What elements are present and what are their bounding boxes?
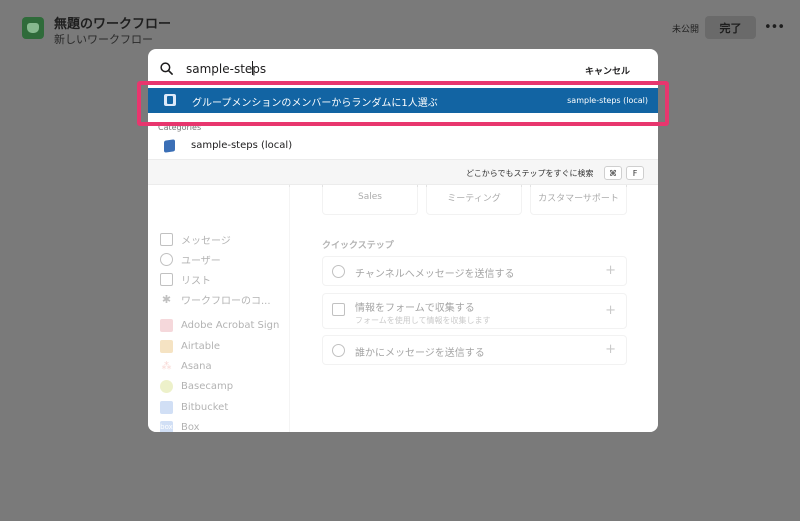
result-label: グループメンションのメンバーからランダムに1人選ぶ: [192, 98, 438, 109]
cancel-button[interactable]: キャンセル: [585, 64, 630, 77]
step-browser-main: Sales ミーティング カスタマーサポート クイックステップ チャンネルへメッ…: [290, 169, 658, 432]
step-search-input[interactable]: [186, 59, 546, 79]
slack-icon: ✱: [161, 292, 172, 306]
asana-icon: ⁂: [161, 360, 172, 372]
workflow-title[interactable]: 無題のワークフロー: [54, 13, 171, 32]
command-key: ⌘: [604, 166, 622, 180]
done-button[interactable]: 完了: [705, 16, 756, 39]
f-key: F: [626, 166, 644, 180]
sidebar-item-asana[interactable]: ⁂ Asana: [160, 357, 212, 375]
workflow-header: 無題のワークフロー 新しいワークフロー 未公開 完了 •••: [0, 0, 800, 48]
custom-step-icon: [164, 139, 175, 153]
sidebar-item-adobe[interactable]: Adobe Acrobat Sign: [160, 316, 279, 334]
basecamp-icon: [160, 379, 173, 393]
quick-step-send-channel[interactable]: チャンネルへメッセージを送信する +: [322, 256, 627, 286]
sidebar-item-message[interactable]: メッセージ: [160, 230, 231, 248]
sidebar-item-box[interactable]: box Box: [160, 418, 200, 432]
quick-step-send-dm[interactable]: 誰かにメッセージを送信する +: [322, 335, 627, 365]
box-icon: box: [160, 420, 173, 432]
adobe-icon: [160, 318, 173, 332]
sidebar-item-airtable[interactable]: Airtable: [160, 337, 220, 355]
form-icon: [332, 303, 345, 316]
message-icon: [160, 232, 173, 246]
quick-step-form[interactable]: 情報をフォームで収集する フォームを使用して情報を収集します +: [322, 293, 627, 329]
workflow-icon: [22, 17, 44, 39]
sidebar-item-list[interactable]: リスト: [160, 270, 211, 288]
text-caret: [252, 61, 253, 75]
publish-status: 未公開: [672, 25, 700, 35]
step-search-dialog: メッセージ ユーザー リスト ✱ ワークフローのコ... Adobe Acrob…: [148, 49, 658, 432]
sidebar-item-user[interactable]: ユーザー: [160, 250, 221, 268]
categories-heading: Categories: [158, 123, 202, 132]
more-options-icon[interactable]: •••: [764, 16, 785, 39]
sidebar-item-workflow[interactable]: ✱ ワークフローのコ...: [160, 290, 271, 308]
plus-icon[interactable]: +: [605, 303, 616, 318]
category-label: sample-steps (local): [191, 140, 293, 151]
category-item[interactable]: sample-steps (local): [148, 135, 658, 157]
list-icon: [160, 272, 173, 286]
plus-icon[interactable]: +: [605, 342, 616, 357]
search-icon: [160, 62, 173, 75]
step-category-nav: メッセージ ユーザー リスト ✱ ワークフローのコ... Adobe Acrob…: [148, 169, 290, 432]
user-icon: [160, 252, 173, 266]
custom-step-icon: [164, 94, 176, 106]
plus-icon[interactable]: +: [605, 263, 616, 278]
bitbucket-icon: [160, 400, 173, 414]
message-icon: [332, 265, 345, 278]
workflow-subtitle: 新しいワークフロー: [54, 33, 153, 46]
shortcut-hint: どこからでもステップをすぐに検索 ⌘ F: [148, 159, 658, 185]
shortcut-hint-text: どこからでもステップをすぐに検索: [466, 169, 594, 178]
search-bar: キャンセル: [148, 49, 658, 85]
sidebar-item-basecamp[interactable]: Basecamp: [160, 377, 233, 395]
airtable-icon: [160, 339, 173, 353]
search-result-item[interactable]: グループメンションのメンバーからランダムに1人選ぶ sample-steps (…: [148, 88, 658, 113]
message-icon: [332, 344, 345, 357]
quick-steps-heading: クイックステップ: [322, 241, 394, 251]
sidebar-item-bitbucket[interactable]: Bitbucket: [160, 398, 228, 416]
result-source: sample-steps (local): [567, 96, 648, 105]
